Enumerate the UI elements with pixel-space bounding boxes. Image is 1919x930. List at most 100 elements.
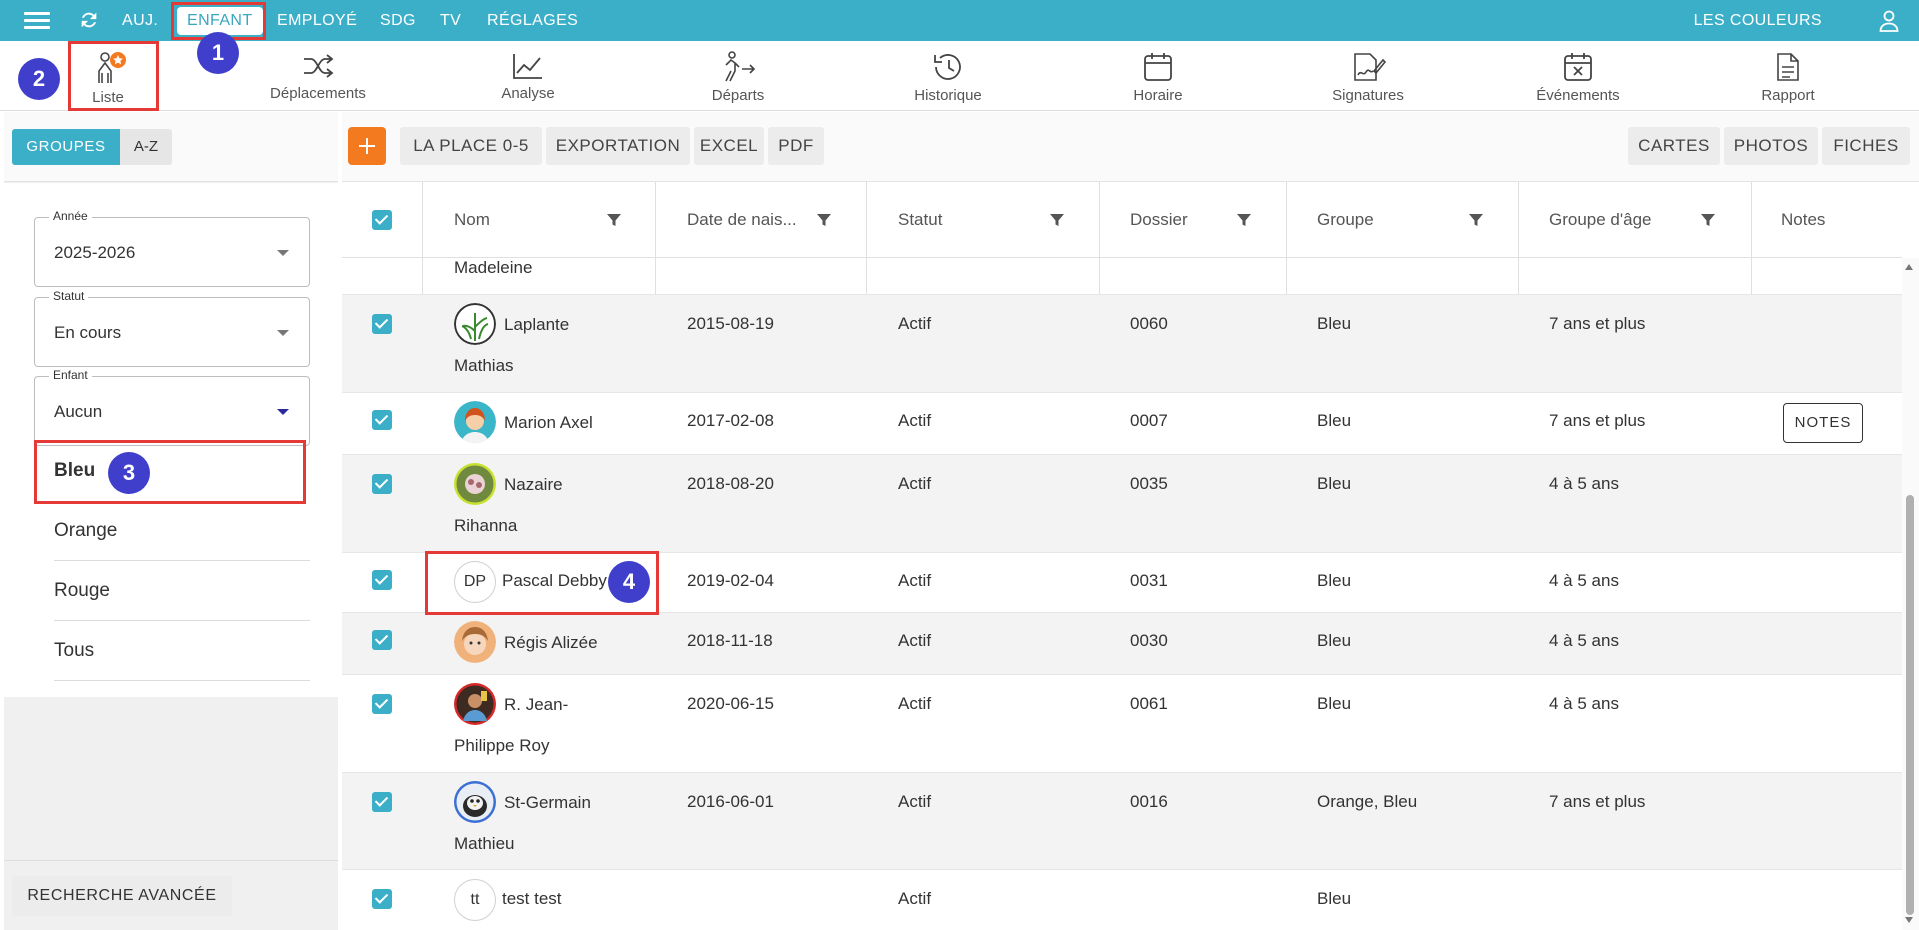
tool-historique[interactable]: Historique	[878, 47, 1018, 107]
advanced-search-button[interactable]: RECHERCHE AVANCÉE	[12, 876, 232, 916]
nav-reglages[interactable]: RÉGLAGES	[487, 11, 578, 31]
table-row[interactable]: St-Germain Mathieu 2016-06-01 Actif 0016…	[342, 773, 1902, 870]
avatar	[454, 303, 496, 345]
tool-evenements[interactable]: Événements	[1508, 47, 1648, 107]
hamburger-menu-icon[interactable]	[24, 12, 50, 30]
filter-icon[interactable]	[1468, 212, 1484, 228]
nav-employe[interactable]: EMPLOYÉ	[277, 11, 357, 31]
col-header-groupe-age[interactable]: Groupe d'âge	[1549, 182, 1652, 258]
tool-horaire[interactable]: Horaire	[1088, 47, 1228, 107]
avatar	[454, 781, 496, 823]
tool-label-signatures: Signatures	[1332, 87, 1404, 104]
child-name-partial: Madeleine	[454, 258, 533, 277]
file-number: 0007	[1130, 411, 1168, 430]
group-item-tous[interactable]: Tous	[54, 621, 310, 681]
child-last-name[interactable]: Mathieu	[454, 834, 514, 854]
col-header-statut[interactable]: Statut	[898, 182, 942, 258]
tool-analyse[interactable]: Analyse	[458, 47, 598, 107]
nav-tv[interactable]: TV	[440, 11, 461, 31]
row-checkbox[interactable]	[372, 889, 392, 909]
tool-label-departs: Départs	[711, 87, 765, 104]
signature-icon	[1354, 53, 1386, 81]
age-group: 7 ans et plus	[1549, 411, 1646, 430]
scroll-up-icon[interactable]	[1904, 263, 1914, 271]
tool-signatures[interactable]: Signatures	[1298, 47, 1438, 107]
filter-icon[interactable]	[816, 212, 832, 228]
user-icon[interactable]	[1879, 10, 1899, 32]
col-header-nom[interactable]: Nom	[454, 182, 490, 258]
row-checkbox[interactable]	[372, 314, 392, 334]
filter-icon[interactable]	[1236, 212, 1252, 228]
tool-departs[interactable]: Départs	[668, 47, 808, 107]
row-checkbox[interactable]	[372, 474, 392, 494]
table-row[interactable]: Marion Axel 2017-02-08 Actif 0007 Bleu 7…	[342, 393, 1902, 455]
filter-icon[interactable]	[606, 212, 622, 228]
file-number: 0035	[1130, 474, 1168, 493]
child-select[interactable]: Enfant Aucun	[34, 368, 310, 446]
status: Actif	[898, 411, 932, 430]
org-name-label[interactable]: LES COULEURS	[1694, 11, 1822, 31]
status-select[interactable]: Statut En cours	[34, 289, 310, 367]
table-row[interactable]: Régis Alizée 2018-11-18 Actif 0030 Bleu …	[342, 613, 1902, 675]
scrollbar-thumb[interactable]	[1906, 495, 1914, 915]
child-name[interactable]: Régis Alizée	[504, 633, 598, 653]
export-button[interactable]: EXPORTATION	[546, 127, 690, 165]
scroll-down-icon[interactable]	[1904, 916, 1914, 924]
filter-icon[interactable]	[1700, 212, 1716, 228]
notes-button[interactable]: NOTES	[1783, 403, 1863, 443]
document-icon	[1777, 53, 1799, 81]
pdf-button[interactable]: PDF	[768, 127, 824, 165]
refresh-icon[interactable]	[78, 9, 100, 31]
col-header-dossier[interactable]: Dossier	[1130, 182, 1188, 258]
chevron-down-icon	[277, 409, 289, 415]
row-checkbox[interactable]	[372, 570, 392, 590]
file-number: 0060	[1130, 314, 1168, 333]
birth-date: 2015-08-19	[687, 314, 774, 333]
add-button[interactable]	[348, 127, 386, 165]
table-row-partial[interactable]: Madeleine	[342, 258, 1902, 295]
row-checkbox[interactable]	[372, 410, 392, 430]
child-first-name[interactable]: R. Jean-	[504, 695, 568, 715]
fiches-button[interactable]: FICHES	[1822, 127, 1910, 165]
annotation-badge: 1	[197, 32, 239, 74]
table-row[interactable]: Nazaire Rihanna 2018-08-20 Actif 0035 Bl…	[342, 455, 1902, 553]
col-header-notes[interactable]: Notes	[1781, 182, 1825, 258]
cards-button[interactable]: CARTES	[1628, 127, 1720, 165]
year-select[interactable]: Année 2025-2026	[34, 209, 310, 287]
select-all-checkbox[interactable]	[372, 210, 392, 230]
highlight-box-liste	[68, 41, 159, 111]
tool-label-evenements: Événements	[1536, 87, 1620, 104]
row-checkbox[interactable]	[372, 694, 392, 714]
col-header-date[interactable]: Date de nais...	[687, 182, 797, 258]
child-last-name[interactable]: Mathias	[454, 356, 514, 376]
groups-tab-button[interactable]: GROUPES	[12, 129, 120, 165]
nav-sdg[interactable]: SDG	[380, 11, 416, 31]
child-last-name[interactable]: Philippe Roy	[454, 736, 549, 756]
nav-auj[interactable]: AUJ.	[122, 11, 158, 31]
child-first-name[interactable]: Nazaire	[504, 475, 563, 495]
filter-icon[interactable]	[1049, 212, 1065, 228]
row-checkbox[interactable]	[372, 630, 392, 650]
tool-label-rapport: Rapport	[1761, 87, 1815, 104]
la-place-button[interactable]: LA PLACE 0-5	[400, 127, 542, 165]
child-first-name[interactable]: St-Germain	[504, 793, 591, 813]
az-tab-button[interactable]: A-Z	[120, 129, 172, 165]
table-row[interactable]: R. Jean- Philippe Roy 2020-06-15 Actif 0…	[342, 675, 1902, 773]
group-item-rouge[interactable]: Rouge	[54, 561, 310, 621]
child-first-name[interactable]: Laplante	[504, 315, 569, 335]
row-checkbox[interactable]	[372, 792, 392, 812]
excel-button[interactable]: EXCEL	[694, 127, 764, 165]
photos-button[interactable]: PHOTOS	[1724, 127, 1818, 165]
calendar-icon	[1144, 53, 1172, 81]
table-row[interactable]: tt test test Actif Bleu	[342, 870, 1902, 930]
table-row[interactable]: Laplante Mathias 2015-08-19 Actif 0060 B…	[342, 295, 1902, 393]
child-last-name[interactable]: Rihanna	[454, 516, 517, 536]
col-header-groupe[interactable]: Groupe	[1317, 182, 1374, 258]
tool-rapport[interactable]: Rapport	[1718, 47, 1858, 107]
child-name[interactable]: Marion Axel	[504, 413, 593, 433]
child-select-caption: Enfant	[49, 368, 92, 382]
child-name[interactable]: test test	[502, 889, 562, 909]
tool-deplacements[interactable]: Déplacements	[248, 47, 388, 107]
group-item-orange[interactable]: Orange	[54, 501, 310, 561]
status: Actif	[898, 474, 932, 493]
